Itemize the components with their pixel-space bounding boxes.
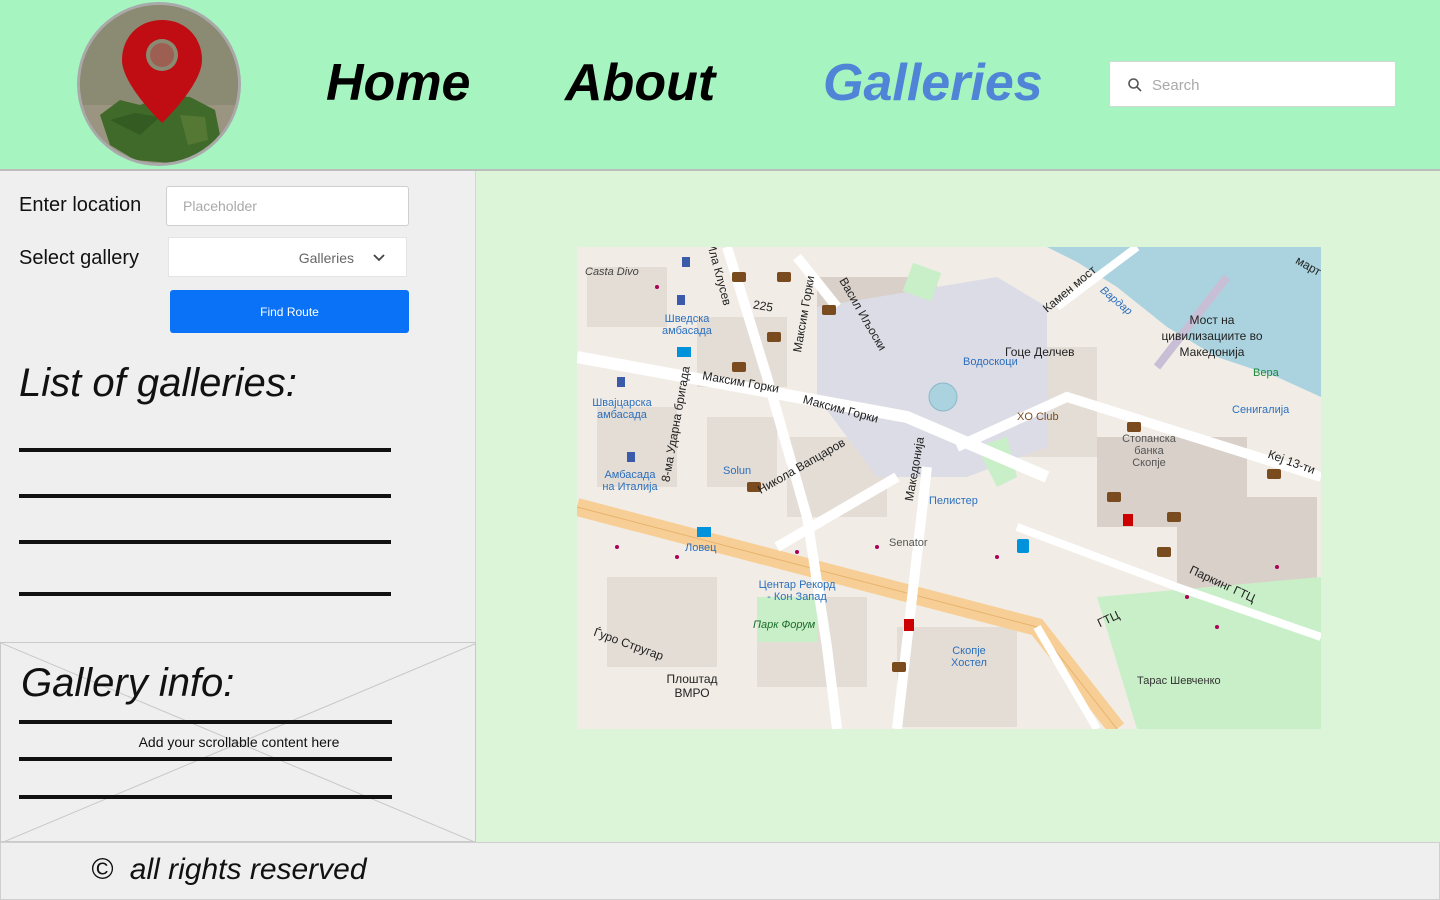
map-label-swedish-embassy: Шведска амбасада (662, 313, 712, 337)
nav-home[interactable]: Home (326, 52, 470, 114)
map-label-senigalija: Сенигалија (1232, 404, 1290, 416)
map-label-park-forum: Парк Форум (753, 619, 816, 631)
gallery-list-item[interactable] (19, 494, 391, 498)
map-label-swiss-embassy: Швајцарска амбасада (592, 397, 652, 421)
gallery-select-value: Galleries (298, 250, 354, 266)
map-label-solun: Solun (723, 465, 752, 477)
gallery-list-title: List of galleries: (19, 361, 297, 405)
gallery-label: Select gallery (19, 247, 140, 269)
map-label-vodoskoci: Водоскоци (963, 356, 1018, 368)
info-divider (19, 720, 392, 724)
chevron-down-icon (373, 254, 385, 262)
map-pin-logo-icon (80, 5, 238, 163)
map-label-senator: Senator (889, 537, 928, 549)
copyright-symbol: © (91, 853, 114, 886)
map-label-pelister: Пелистер (929, 495, 978, 507)
nav-about[interactable]: About (565, 52, 715, 114)
search-box[interactable] (1109, 61, 1396, 107)
header: Home About Galleries (0, 0, 1440, 171)
gallery-list-item[interactable] (19, 448, 391, 452)
nav-galleries[interactable]: Galleries (823, 52, 1043, 114)
search-icon (1128, 78, 1142, 92)
map-label-taras-shevchenko: Тарас Шевченко (1137, 675, 1221, 687)
gallery-list-item[interactable] (19, 592, 391, 596)
map-label-centar-rekord: Центар Рекорд - Кон Запад (758, 579, 836, 603)
map-label-bridge: Мост на цивилизациите во Македонија (1161, 313, 1263, 359)
footer: © all rights reserved (0, 842, 1440, 900)
city-map[interactable]: Casta Divo Шведска амбасада Швајцарска а… (577, 247, 1321, 729)
map-label-vera: Вера (1253, 367, 1279, 379)
scrollable-content-text: Add your scrollable content here (138, 734, 340, 750)
gallery-info-title: Gallery info: (21, 661, 235, 705)
search-input[interactable] (1152, 70, 1382, 100)
footer-rights-text: all rights reserved (129, 853, 367, 886)
info-divider (19, 757, 392, 761)
footer-copyright: © all rights reserved (91, 853, 367, 887)
location-label: Enter location (19, 194, 142, 216)
gallery-info-panel[interactable]: Gallery info: Add your scrollable conten… (0, 642, 476, 842)
site-logo[interactable] (77, 2, 241, 166)
find-route-button[interactable]: Find Route (170, 290, 409, 333)
map-label-casta-divo: Casta Divo (585, 266, 639, 278)
map-label-stopanska-banka: Стопанска банка Скопје (1122, 433, 1176, 469)
info-divider (19, 795, 392, 799)
location-input[interactable] (166, 186, 409, 226)
map-label-skopje-hostel: Скопје Хостел (951, 645, 987, 669)
sidebar: Enter location Select gallery Galleries … (0, 171, 476, 842)
main-content: Casta Divo Шведска амбасада Швајцарска а… (476, 171, 1440, 842)
map-label-italy-embassy: Амбасада на Италија (602, 469, 658, 493)
map-label-lovec: Ловец (685, 542, 717, 554)
map-label-xo-club: XO Club (1017, 411, 1059, 423)
gallery-list-item[interactable] (19, 540, 391, 544)
map-label-ploshtad-vmro: Плоштад ВМРО (666, 672, 718, 700)
gallery-select[interactable]: Galleries (168, 237, 407, 277)
